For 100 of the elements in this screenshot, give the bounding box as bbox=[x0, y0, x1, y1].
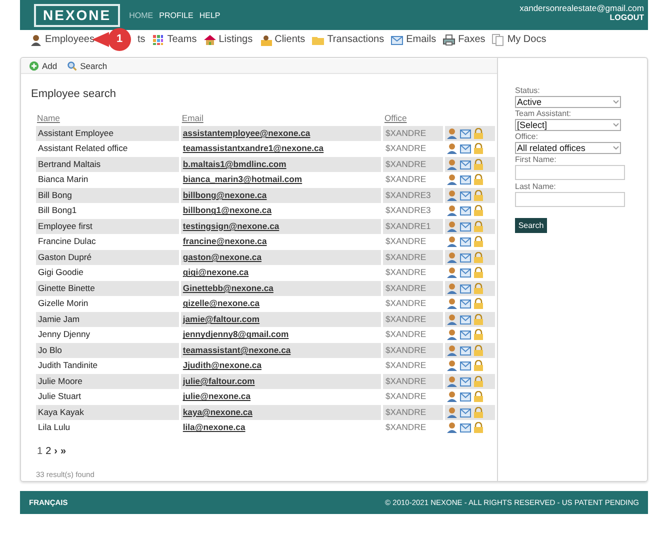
nav-link[interactable]: My Docs bbox=[492, 32, 546, 47]
table-cell-text: Assistant Related office bbox=[37, 142, 129, 156]
email-link[interactable]: bianca_marin3@hotmail.com bbox=[182, 174, 302, 184]
envelope-icon bbox=[460, 360, 471, 372]
search-button[interactable]: Search bbox=[515, 218, 547, 233]
envelope-icon bbox=[391, 34, 404, 46]
table-cell-text: Bill Bong1 bbox=[37, 204, 78, 218]
input-field[interactable] bbox=[515, 192, 625, 207]
padlock-icon bbox=[472, 267, 484, 278]
nav-link[interactable]: Listings bbox=[204, 32, 253, 47]
envelope-icon bbox=[460, 406, 471, 418]
table-cell-text: Judith Tandinite bbox=[37, 359, 99, 372]
envelope-icon bbox=[460, 422, 471, 434]
table-cell: $XANDRE bbox=[383, 374, 443, 389]
person-edit-icon bbox=[446, 360, 458, 372]
person-edit-icon bbox=[446, 314, 458, 325]
printer-icon bbox=[443, 34, 456, 46]
email-link[interactable]: billbong1@nexone.ca bbox=[182, 205, 272, 216]
padlock-icon bbox=[472, 344, 484, 356]
column-header[interactable]: Email bbox=[182, 112, 204, 123]
person-edit-icon bbox=[446, 128, 458, 139]
documents-icon bbox=[492, 34, 504, 46]
table-cell: Bill Bong bbox=[36, 188, 179, 203]
padlock-icon bbox=[472, 205, 484, 216]
dropdown[interactable]: All related offices bbox=[515, 142, 621, 154]
person-edit-icon bbox=[446, 329, 458, 340]
column-header[interactable]: Office bbox=[384, 112, 407, 123]
padlock-icon bbox=[472, 376, 484, 387]
logo[interactable]: NEXONE bbox=[34, 4, 120, 26]
email-link[interactable]: julie@nexone.ca bbox=[182, 391, 250, 402]
table-cell: $XANDRE3 bbox=[383, 188, 443, 203]
table-cell-text: $XANDRE bbox=[384, 390, 428, 404]
person-edit-icon bbox=[446, 252, 458, 263]
table-cell: $XANDRE bbox=[383, 404, 443, 420]
dropdown[interactable]: [Select] bbox=[515, 119, 621, 131]
padlock-icon bbox=[472, 329, 484, 340]
person-edit-icon bbox=[446, 298, 458, 310]
chevron-down-icon bbox=[613, 123, 619, 127]
padlock-icon bbox=[472, 174, 484, 186]
logout-link[interactable]: LOGOUT bbox=[610, 13, 644, 23]
nav-link[interactable]: ts bbox=[137, 32, 146, 47]
pagination-link[interactable]: 2 bbox=[46, 444, 52, 458]
dropdown[interactable]: Active bbox=[515, 96, 621, 108]
section-title: Employee search bbox=[31, 87, 117, 102]
person-edit-icon bbox=[446, 391, 458, 402]
email-link[interactable]: gigi@nexone.ca bbox=[182, 267, 249, 278]
header-link[interactable]: PROFILE bbox=[159, 10, 194, 22]
envelope-icon bbox=[460, 236, 471, 248]
envelope-icon bbox=[460, 158, 471, 170]
envelope-icon bbox=[460, 391, 471, 402]
toolbar-button[interactable]: Add bbox=[29, 60, 58, 72]
email-link[interactable]: jennydjenny8@gmail.com bbox=[182, 329, 289, 340]
person-edit-icon bbox=[446, 267, 458, 278]
house-icon bbox=[204, 34, 216, 46]
header-link[interactable]: HELP bbox=[199, 10, 220, 22]
pagination-link[interactable]: » bbox=[60, 444, 66, 458]
nav-link[interactable]: Faxes bbox=[443, 32, 486, 47]
field-label: Status: bbox=[515, 86, 541, 96]
nav-link[interactable]: Teams bbox=[152, 32, 197, 47]
nav-link[interactable]: Clients bbox=[260, 32, 306, 47]
padlock-icon bbox=[472, 298, 484, 310]
email-link[interactable]: francine@nexone.ca bbox=[182, 236, 267, 246]
nav-link[interactable]: Emails bbox=[391, 32, 436, 47]
person-edit-icon bbox=[446, 344, 458, 356]
padlock-icon bbox=[472, 143, 484, 154]
padlock-icon bbox=[472, 314, 484, 325]
person-edit-icon bbox=[446, 143, 458, 154]
envelope-icon bbox=[460, 329, 471, 340]
field-label: Last Name: bbox=[515, 182, 557, 192]
pagination-link[interactable]: 1 bbox=[37, 444, 43, 458]
padlock-icon bbox=[472, 128, 484, 139]
table-cell: $XANDRE bbox=[383, 342, 443, 358]
email-link[interactable]: lila@nexone.ca bbox=[182, 422, 246, 432]
input-field[interactable] bbox=[515, 165, 625, 180]
column-header[interactable]: Name bbox=[37, 112, 60, 123]
email-link[interactable]: teamassistantxandre1@nexone.ca bbox=[182, 143, 324, 154]
table-cell: Employee first bbox=[36, 218, 179, 234]
table-cell-text: Gigi Goodie bbox=[37, 266, 84, 280]
nav-link[interactable]: Employees bbox=[30, 32, 94, 47]
table-cell-text: $XANDRE bbox=[384, 421, 428, 434]
table-cell: $XANDRE bbox=[383, 156, 443, 172]
envelope-icon bbox=[460, 174, 471, 186]
envelope-icon bbox=[460, 205, 471, 216]
table-cell-text: $XANDRE3 bbox=[384, 204, 432, 218]
table-cell: $XANDRE bbox=[383, 250, 443, 265]
user-email: xandersonrealestate@gmail.com bbox=[520, 3, 644, 13]
toolbar-button[interactable]: Search bbox=[67, 60, 108, 72]
table-cell: Ginette Binette bbox=[36, 280, 179, 296]
person-edit-icon bbox=[446, 236, 458, 248]
email-link[interactable]: gizelle@nexone.ca bbox=[182, 298, 260, 308]
pagination-link[interactable]: › bbox=[54, 444, 58, 458]
email-link[interactable]: Jjudith@nexone.ca bbox=[182, 360, 262, 370]
envelope-icon bbox=[460, 143, 471, 154]
header-link[interactable]: HOME bbox=[129, 10, 154, 22]
envelope-icon bbox=[460, 376, 471, 387]
table-cell-text: Lila Lulu bbox=[37, 421, 72, 434]
envelope-icon bbox=[460, 220, 471, 232]
nav-link[interactable]: Transactions bbox=[312, 32, 384, 47]
person-edit-icon bbox=[446, 282, 458, 294]
table-cell: $XANDRE bbox=[383, 312, 443, 327]
